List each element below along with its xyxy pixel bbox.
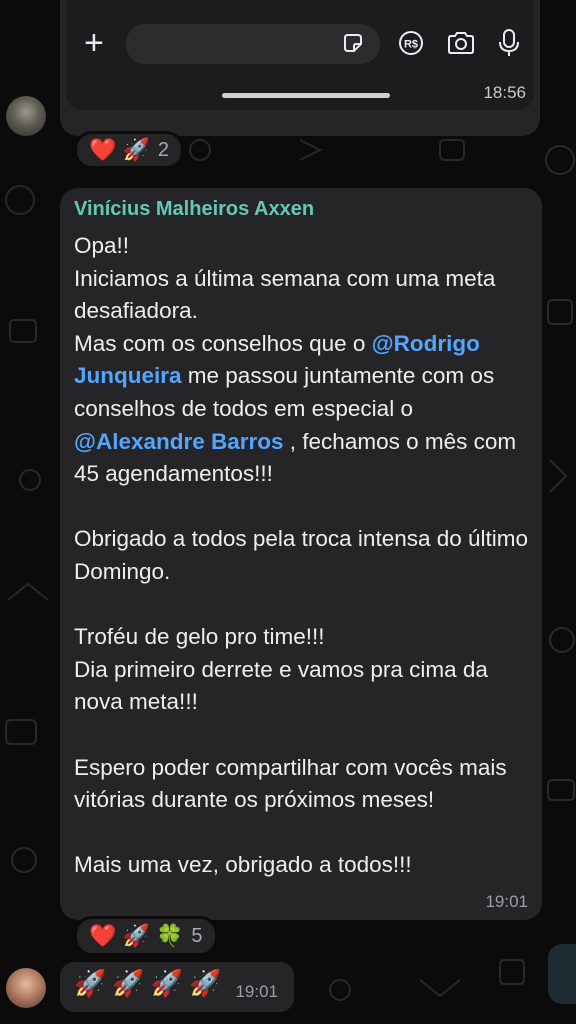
mention-link[interactable]: @Alexandre Barros (74, 429, 284, 454)
message-bubble[interactable]: 🚀🚀🚀🚀 19:01 (60, 962, 294, 1012)
message-time: 18:56 (483, 83, 526, 102)
home-indicator (222, 93, 390, 98)
input-bar: + R$ (66, 16, 534, 72)
message-bubble[interactable]: Vinícius Malheiros Axxen Opa!! Iniciamos… (60, 188, 542, 920)
plus-icon[interactable]: + (84, 26, 104, 60)
outgoing-message-edge[interactable] (548, 944, 576, 1004)
message-text: 🚀🚀🚀🚀 (74, 968, 228, 998)
avatar[interactable] (6, 96, 46, 136)
camera-icon[interactable] (446, 31, 476, 60)
previous-message-bubble[interactable]: + R$ 18:56 (60, 0, 540, 136)
reaction-emojis: ❤️ 🚀 (89, 137, 150, 162)
message-time: 19:01 (235, 982, 278, 1001)
reactions-pill[interactable]: ❤️ 🚀 2 (74, 131, 185, 169)
reactions-pill[interactable]: ❤️ 🚀 🍀 5 (74, 916, 218, 956)
svg-text:R$: R$ (404, 39, 418, 51)
payment-icon[interactable]: R$ (398, 30, 424, 61)
message-text-segment: , fechamos o mês com 45 agendamentos!!! … (74, 428, 529, 878)
mic-icon[interactable] (498, 28, 520, 63)
sender-name[interactable]: Vinícius Malheiros Axxen (74, 198, 314, 221)
reaction-emojis: ❤️ 🚀 🍀 (89, 923, 184, 948)
reaction-count: 5 (191, 924, 203, 947)
message-text: Opa!! Iniciamos a última semana com uma … (74, 230, 534, 882)
avatar[interactable] (6, 968, 46, 1008)
message-time: 19:01 (485, 892, 528, 911)
reaction-count: 2 (157, 138, 170, 161)
sticker-icon[interactable] (342, 32, 364, 59)
embedded-screenshot: + R$ (66, 0, 534, 110)
